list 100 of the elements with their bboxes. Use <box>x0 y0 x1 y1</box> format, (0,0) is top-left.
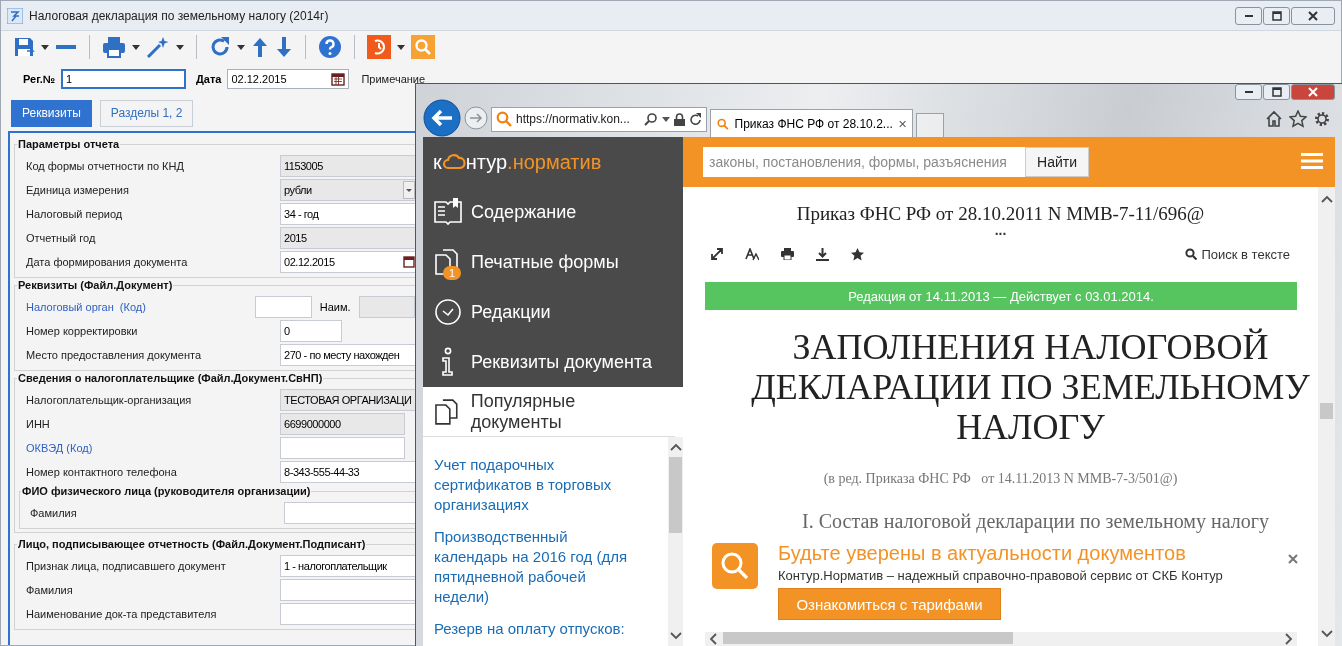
text-field[interactable]: 02.12.2015 <box>227 69 350 89</box>
scrollbar[interactable] <box>1318 187 1335 646</box>
site-logo[interactable]: к нтур.норматив <box>423 137 683 187</box>
text-field[interactable] <box>358 296 415 318</box>
field-label: Дата формирования документа <box>26 256 189 268</box>
search-in-text-button[interactable]: Поиск в тексте <box>1179 245 1296 263</box>
field-link[interactable]: ОКВЭД (Код) <box>26 442 280 454</box>
arrow-up-icon[interactable] <box>251 36 269 58</box>
document-link[interactable]: Учет подарочных сертификатов в торговых организациях <box>434 455 644 515</box>
text-field[interactable]: 1 <box>61 69 186 89</box>
tab[interactable]: Разделы 1, 2 <box>99 99 194 127</box>
scrollbar[interactable] <box>668 437 683 646</box>
group-title: Сведения о налогоплательщике (Файл.Документ.СвНП) <box>17 371 324 385</box>
maximize-button[interactable] <box>1263 6 1290 25</box>
close-icon <box>1308 10 1318 21</box>
print-icon[interactable] <box>781 248 794 260</box>
field-label: Рег.№ <box>23 73 55 85</box>
text-field[interactable] <box>280 437 405 459</box>
more-button[interactable]: ... <box>994 225 1007 237</box>
tab[interactable]: Реквизиты <box>11 99 92 127</box>
text-field[interactable]: 1 - налогоплательщик <box>280 555 415 577</box>
scrollbar-thumb[interactable] <box>1320 403 1333 419</box>
search-field[interactable]: законы, постановления, формы, разъяснения <box>703 147 1025 177</box>
maximize-icon <box>1271 87 1282 97</box>
caret-icon[interactable] <box>662 116 670 122</box>
caret-icon[interactable] <box>397 44 405 50</box>
sidebar-item[interactable]: Реквизиты документа <box>423 337 683 387</box>
forward-button[interactable] <box>464 105 488 133</box>
field-label: ИНН <box>26 418 51 430</box>
scroll-up-button[interactable] <box>669 443 682 451</box>
home-icon[interactable] <box>1265 110 1283 128</box>
group-title: Реквизиты (Файл.Документ) <box>17 278 174 292</box>
text-field[interactable]: 0 <box>280 320 342 342</box>
field-label: Налоговый период <box>26 208 124 220</box>
caret-icon[interactable] <box>176 44 184 50</box>
maximize-button[interactable] <box>1263 84 1290 100</box>
close-button[interactable] <box>1291 6 1335 25</box>
sidebar-item[interactable]: Содержание <box>423 187 683 237</box>
browser-tab[interactable]: Приказ ФНС РФ от 28.10.2... <box>710 109 913 137</box>
text-field[interactable] <box>284 502 415 524</box>
scrollbar-thumb[interactable] <box>669 457 682 533</box>
field-label: Фамилия <box>26 584 74 596</box>
group-title: Параметры отчета <box>17 137 121 151</box>
caret-icon[interactable] <box>41 44 49 50</box>
close-icon[interactable] <box>1288 554 1298 564</box>
minimize-button[interactable] <box>1235 6 1262 25</box>
minimize-button[interactable] <box>1235 84 1262 100</box>
group-title: Лицо, подписывающее отчетность (Файл.Документ.Подписант) <box>17 537 367 551</box>
arrow-down-icon[interactable] <box>275 36 293 58</box>
calendar-icon[interactable] <box>403 256 415 268</box>
timer-icon[interactable] <box>367 35 391 59</box>
magic-wand-icon[interactable] <box>146 36 170 58</box>
settings-icon[interactable] <box>1313 110 1331 128</box>
text-field[interactable]: 34 - год <box>280 203 415 225</box>
expand-icon[interactable] <box>711 248 723 260</box>
save-icon[interactable] <box>13 36 35 58</box>
scrollbar[interactable] <box>705 632 1297 646</box>
document-link[interactable]: Производственный календарь на 2016 год (для пятидневной рабочей недели) <box>434 527 644 607</box>
promo-title: Будьте уверены в актуальности документов <box>778 543 1187 563</box>
document-link[interactable]: Резерв на оплату отпусков: <box>434 619 644 639</box>
scroll-up-button[interactable] <box>1320 195 1333 203</box>
scrollbar-thumb[interactable] <box>723 631 1013 644</box>
field-label: Номер корректировки <box>26 325 139 337</box>
star-icon[interactable] <box>851 247 864 261</box>
calendar-icon[interactable] <box>331 72 346 86</box>
star-icon[interactable] <box>1289 110 1307 128</box>
refresh-icon[interactable] <box>209 36 231 58</box>
text-field[interactable] <box>255 296 312 318</box>
text-field[interactable]: 8-343-555-44-33 <box>280 461 415 483</box>
field-link[interactable]: Налоговый орган (Код) <box>26 301 256 313</box>
scroll-down-button[interactable] <box>669 632 682 640</box>
document-heading: ЗАПОЛНЕНИЯ НАЛОГОВОЙ ДЕКЛАРАЦИИ ПО ЗЕМЕЛЬНОМУ НАЛОГУ <box>750 327 1310 447</box>
search-button[interactable]: Найти <box>1025 147 1089 177</box>
text-field[interactable] <box>280 579 415 601</box>
font-size-icon[interactable] <box>745 247 759 261</box>
scroll-down-button[interactable] <box>1320 630 1333 638</box>
sidebar-item[interactable]: 1 Печатные формы <box>423 237 683 287</box>
lock-icon <box>674 112 685 126</box>
search-icon <box>496 111 512 127</box>
close-icon[interactable] <box>898 118 906 129</box>
address-bar[interactable]: https://normativ.kon... <box>491 106 707 132</box>
back-button[interactable] <box>423 98 461 140</box>
scroll-right-button[interactable] <box>1285 633 1293 645</box>
scroll-left-button[interactable] <box>709 633 717 645</box>
document-subtitle: (в ред. Приказа ФНС РФ от 14.11.2013 N ММВ-7-3/501@) <box>823 470 1178 488</box>
cloud-icon <box>441 153 466 171</box>
search-icon[interactable] <box>644 112 658 126</box>
text-field[interactable]: 270 - по месту нахожден <box>280 344 415 366</box>
sidebar-item[interactable]: Редакции <box>423 287 683 337</box>
download-icon[interactable] <box>816 247 829 261</box>
close-icon <box>1308 87 1318 97</box>
caret-icon[interactable] <box>132 44 140 50</box>
field-label: Дата <box>196 73 222 85</box>
field-label: Код формы отчетности по КНД <box>26 160 185 172</box>
text-field[interactable]: 02.12.2015 <box>280 251 415 273</box>
refresh-icon[interactable] <box>689 112 702 126</box>
text-field[interactable] <box>280 603 415 625</box>
close-button[interactable] <box>1291 84 1335 100</box>
caret-icon[interactable] <box>237 44 245 50</box>
help-icon[interactable] <box>318 35 342 59</box>
